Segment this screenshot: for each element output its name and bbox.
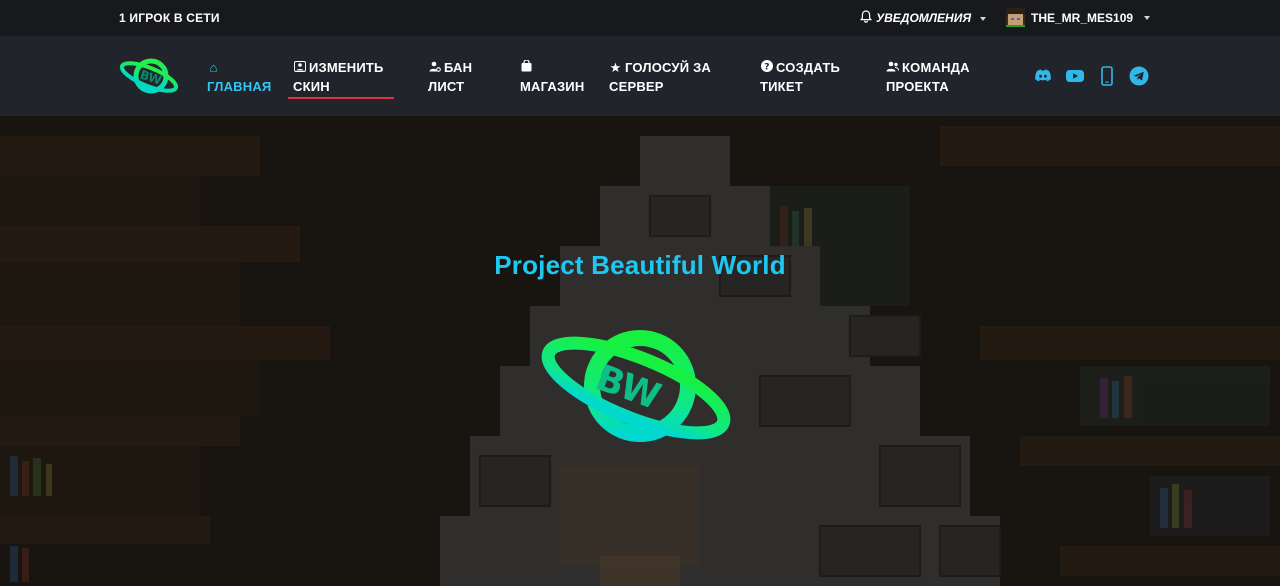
username: THE_MR_MES109 [1031, 10, 1134, 25]
shopping-bag-icon [520, 58, 533, 77]
nav-create-ticket[interactable]: ? СОЗДАТЬ ТИКЕТ [760, 58, 840, 96]
site-logo[interactable]: BW [118, 55, 180, 97]
notifications-dropdown[interactable]: Уведомления [860, 10, 987, 26]
chevron-down-icon [980, 16, 987, 21]
hero-title: Project Beautiful World [494, 250, 786, 280]
nav-home[interactable]: ⌂ ГЛАВНАЯ [207, 58, 271, 96]
nav-shop[interactable]: МАГАЗИН [520, 58, 584, 96]
user-box-icon [293, 58, 306, 77]
user-cog-icon [428, 58, 441, 77]
home-icon: ⌂ [209, 60, 218, 75]
nav-ban-list[interactable]: БАН ЛИСТ [428, 58, 472, 96]
users-icon [886, 58, 899, 77]
discord-icon[interactable] [1033, 66, 1053, 86]
avatar [1006, 8, 1025, 27]
online-counter: 1 ИГРОК В СЕТИ [119, 11, 220, 25]
chevron-down-icon [1144, 16, 1151, 20]
nav-team[interactable]: КОМАНДА ПРОЕКТА [886, 58, 970, 96]
hero-banner: Project Beautiful World BW [0, 116, 1280, 586]
bell-icon [860, 10, 872, 26]
telegram-icon[interactable] [1129, 66, 1149, 86]
top-bar: 1 ИГРОК В СЕТИ Уведомления THE_MR_MES109 [0, 0, 1280, 36]
nav-change-skin[interactable]: ИЗМЕНИТЬ СКИН [293, 58, 384, 96]
youtube-icon[interactable] [1065, 66, 1085, 86]
mobile-icon[interactable] [1097, 66, 1117, 86]
nav-vote[interactable]: ★ ГОЛОСУЙ ЗА СЕРВЕР [609, 58, 711, 96]
active-underline [288, 97, 394, 99]
notifications-label: Уведомления [876, 11, 972, 25]
user-menu[interactable]: THE_MR_MES109 [1006, 8, 1151, 27]
star-icon: ★ [609, 60, 622, 75]
hero-logo: BW [541, 330, 731, 442]
svg-text:?: ? [764, 63, 769, 73]
question-circle-icon: ? [760, 58, 773, 77]
